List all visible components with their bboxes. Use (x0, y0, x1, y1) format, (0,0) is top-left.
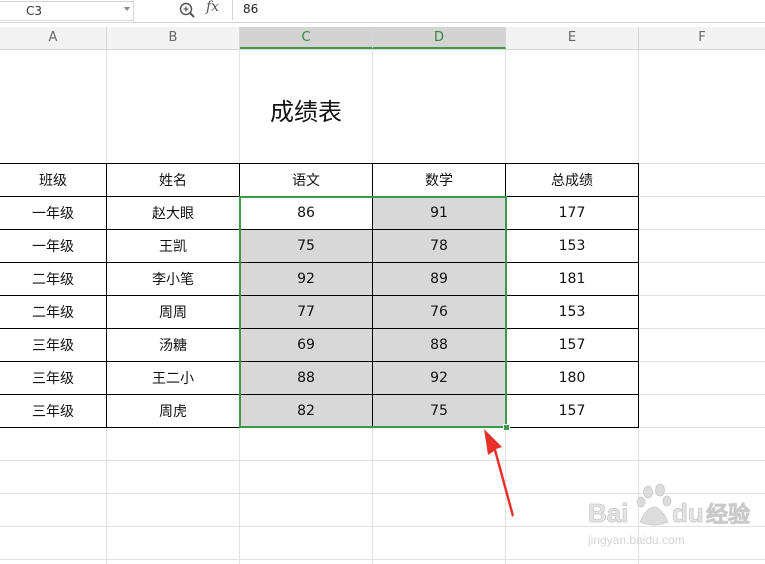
svg-text:jingyan.baidu.com: jingyan.baidu.com (588, 533, 685, 547)
table-cell[interactable]: 二年级 (0, 263, 106, 295)
table-cell[interactable]: 153 (506, 230, 638, 262)
chevron-down-icon[interactable] (124, 7, 130, 11)
column-header-f[interactable]: F (639, 27, 765, 49)
table-cell[interactable]: 周虎 (107, 395, 239, 427)
formula-bar: C3 fx 86 (0, 0, 765, 23)
column-header-c[interactable]: C (240, 27, 373, 49)
header-cell-class[interactable]: 班级 (0, 164, 106, 196)
table-cell[interactable]: 二年级 (0, 296, 106, 328)
sheet-title[interactable]: 成绩表 (240, 92, 372, 127)
zoom-icon[interactable] (178, 1, 196, 19)
formula-input[interactable]: 86 (232, 0, 765, 20)
column-header-e[interactable]: E (506, 27, 639, 49)
function-icon[interactable]: fx (206, 0, 219, 15)
formula-value: 86 (243, 2, 259, 16)
header-cell-name[interactable]: 姓名 (107, 164, 239, 196)
column-header-a[interactable]: A (0, 27, 107, 49)
table-cell[interactable]: 181 (506, 263, 638, 295)
table-cell[interactable]: 王凯 (107, 230, 239, 262)
table-cell[interactable]: 汤糖 (107, 329, 239, 361)
column-header-row: A B C D E F (0, 27, 765, 50)
table-cell[interactable]: 三年级 (0, 362, 106, 394)
header-cell-chinese[interactable]: 语文 (240, 164, 372, 196)
table-cell[interactable]: 李小笔 (107, 263, 239, 295)
table-cell[interactable]: 157 (506, 395, 638, 427)
table-cell[interactable]: 180 (506, 362, 638, 394)
table-cell[interactable]: 177 (506, 197, 638, 229)
table-cell[interactable]: 周周 (107, 296, 239, 328)
svg-text:经验: 经验 (706, 502, 750, 528)
table-cell[interactable]: 一年级 (0, 197, 106, 229)
red-arrow-annotation (484, 429, 514, 517)
baidu-jingyan-watermark: Bai du 经验 jingyan.baidu.com (588, 483, 750, 547)
table-cell[interactable]: 一年级 (0, 230, 106, 262)
table-cell[interactable]: 153 (506, 296, 638, 328)
svg-text:du: du (672, 498, 704, 528)
table-cell[interactable]: 三年级 (0, 329, 106, 361)
column-header-b[interactable]: B (107, 27, 240, 49)
header-cell-math[interactable]: 数学 (373, 164, 505, 196)
table-cell[interactable]: 157 (506, 329, 638, 361)
cell-reference: C3 (26, 4, 43, 18)
header-cell-total[interactable]: 总成绩 (506, 164, 638, 196)
name-box[interactable]: C3 (0, 1, 134, 21)
svg-text:Bai: Bai (588, 498, 628, 528)
table-cell[interactable]: 三年级 (0, 395, 106, 427)
table-cell[interactable]: 赵大眼 (107, 197, 239, 229)
table-cell[interactable]: 王二小 (107, 362, 239, 394)
column-header-d[interactable]: D (373, 27, 506, 49)
selection-range-border (239, 196, 507, 428)
